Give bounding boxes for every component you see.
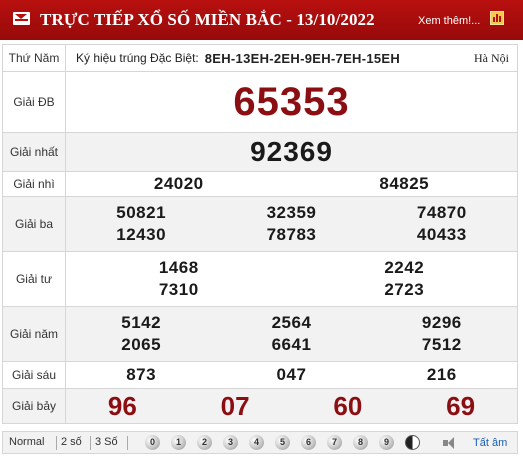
digit-ball-9[interactable]: 9 xyxy=(379,435,394,450)
sound-icon[interactable] xyxy=(443,437,457,449)
digit-ball-7[interactable]: 7 xyxy=(327,435,342,450)
prize-g4-cell: 1468 2242 7310 2723 xyxy=(65,251,518,307)
prize-g1-cell: 92369 xyxy=(65,132,518,172)
prize-number: 873 xyxy=(126,365,157,384)
prize-number: 2723 xyxy=(384,280,425,299)
digit-ball-1[interactable]: 1 xyxy=(171,435,186,450)
divider xyxy=(127,436,128,450)
yin-yang-icon[interactable] xyxy=(405,435,420,450)
header-title: TRỰC TIẾP XỔ SỐ MIỀN BẮC - 13/10/2022 xyxy=(40,10,375,29)
prize-number: 2242 xyxy=(384,258,425,277)
digit-ball-5[interactable]: 5 xyxy=(275,435,290,450)
prize-number: 50821 xyxy=(116,203,167,222)
day-label: Thứ Năm xyxy=(2,44,66,72)
tab-3-digits[interactable]: 3 Số xyxy=(95,436,118,448)
prize-label-g2: Giải nhì xyxy=(2,171,66,197)
prize-g5-cell: 5142 2564 9296 2065 6641 7512 xyxy=(65,306,518,362)
results-table: Thứ Năm Ký hiệu trúng Đặc Biệt: 8EH-13EH… xyxy=(2,44,518,424)
divider xyxy=(56,436,57,450)
prize-label-g1: Giải nhất xyxy=(2,132,66,172)
digit-ball-0[interactable]: 0 xyxy=(145,435,160,450)
digit-ball-8[interactable]: 8 xyxy=(353,435,368,450)
prize-label-g5: Giải năm xyxy=(2,306,66,362)
prize-number: 32359 xyxy=(266,203,317,222)
code-prefix: Ký hiệu trúng Đặc Biệt: xyxy=(76,51,199,65)
results-header: TRỰC TIẾP XỔ SỐ MIỀN BẮC - 13/10/2022 Xe… xyxy=(0,0,523,40)
prize-number: 1468 xyxy=(158,258,199,277)
prize-number: 047 xyxy=(276,365,307,384)
tab-normal[interactable]: Normal xyxy=(9,436,44,448)
prize-number: 7310 xyxy=(158,280,199,299)
mail-icon xyxy=(13,12,30,25)
see-more-link[interactable]: Xem thêm!... xyxy=(418,15,480,27)
prize-number: 40433 xyxy=(416,225,467,244)
display-options-bar: Normal 2 số 3 Số 0 1 2 3 4 5 6 7 8 9 Tất… xyxy=(2,431,518,454)
meta-cell: Ký hiệu trúng Đặc Biệt: 8EH-13EH-2EH-9EH… xyxy=(65,44,518,72)
prize-number: 216 xyxy=(426,365,457,384)
digit-ball-4[interactable]: 4 xyxy=(249,435,264,450)
digit-ball-2[interactable]: 2 xyxy=(197,435,212,450)
prize-number: 9296 xyxy=(421,313,462,332)
prize-number: 2564 xyxy=(271,313,312,332)
prize-number: 5142 xyxy=(121,313,162,332)
prize-number: 24020 xyxy=(153,174,204,193)
prize-number: 96 xyxy=(107,391,137,421)
prize-number: 84825 xyxy=(379,174,430,193)
special-code: 8EH-13EH-2EH-9EH-7EH-15EH xyxy=(204,50,401,66)
city-label: Hà Nội xyxy=(474,51,509,65)
divider xyxy=(90,436,91,450)
prize-number: 07 xyxy=(220,391,250,421)
prize-label-g3: Giải ba xyxy=(2,196,66,252)
digit-ball-6[interactable]: 6 xyxy=(301,435,316,450)
tab-2-digits[interactable]: 2 số xyxy=(61,436,82,448)
prize-g6-cell: 873 047 216 xyxy=(65,361,518,389)
prize-number: 69 xyxy=(446,391,476,421)
prize-number: 6641 xyxy=(271,335,312,354)
prize-g3-cell: 50821 32359 74870 12430 78783 40433 xyxy=(65,196,518,252)
mute-all-link[interactable]: Tất âm xyxy=(473,437,507,449)
prize-number: 2065 xyxy=(121,335,162,354)
prize-number: 74870 xyxy=(416,203,467,222)
digit-ball-3[interactable]: 3 xyxy=(223,435,238,450)
prize-number: 12430 xyxy=(116,225,167,244)
prize-label-g7: Giải bảy xyxy=(2,388,66,424)
prize-label-g6: Giải sáu xyxy=(2,361,66,389)
prize-number: 78783 xyxy=(266,225,317,244)
prize-g7-cell: 96 07 60 69 xyxy=(65,388,518,424)
first-prize-number: 92369 xyxy=(250,136,333,167)
prize-g2-cell: 24020 84825 xyxy=(65,171,518,197)
prize-number: 60 xyxy=(333,391,363,421)
special-prize-number: 65353 xyxy=(233,80,350,124)
prize-label-db: Giải ĐB xyxy=(2,71,66,133)
prize-db-cell: 65353 xyxy=(65,71,518,133)
prize-label-g4: Giải tư xyxy=(2,251,66,307)
stats-chart-icon[interactable] xyxy=(490,11,504,25)
prize-number: 7512 xyxy=(421,335,462,354)
